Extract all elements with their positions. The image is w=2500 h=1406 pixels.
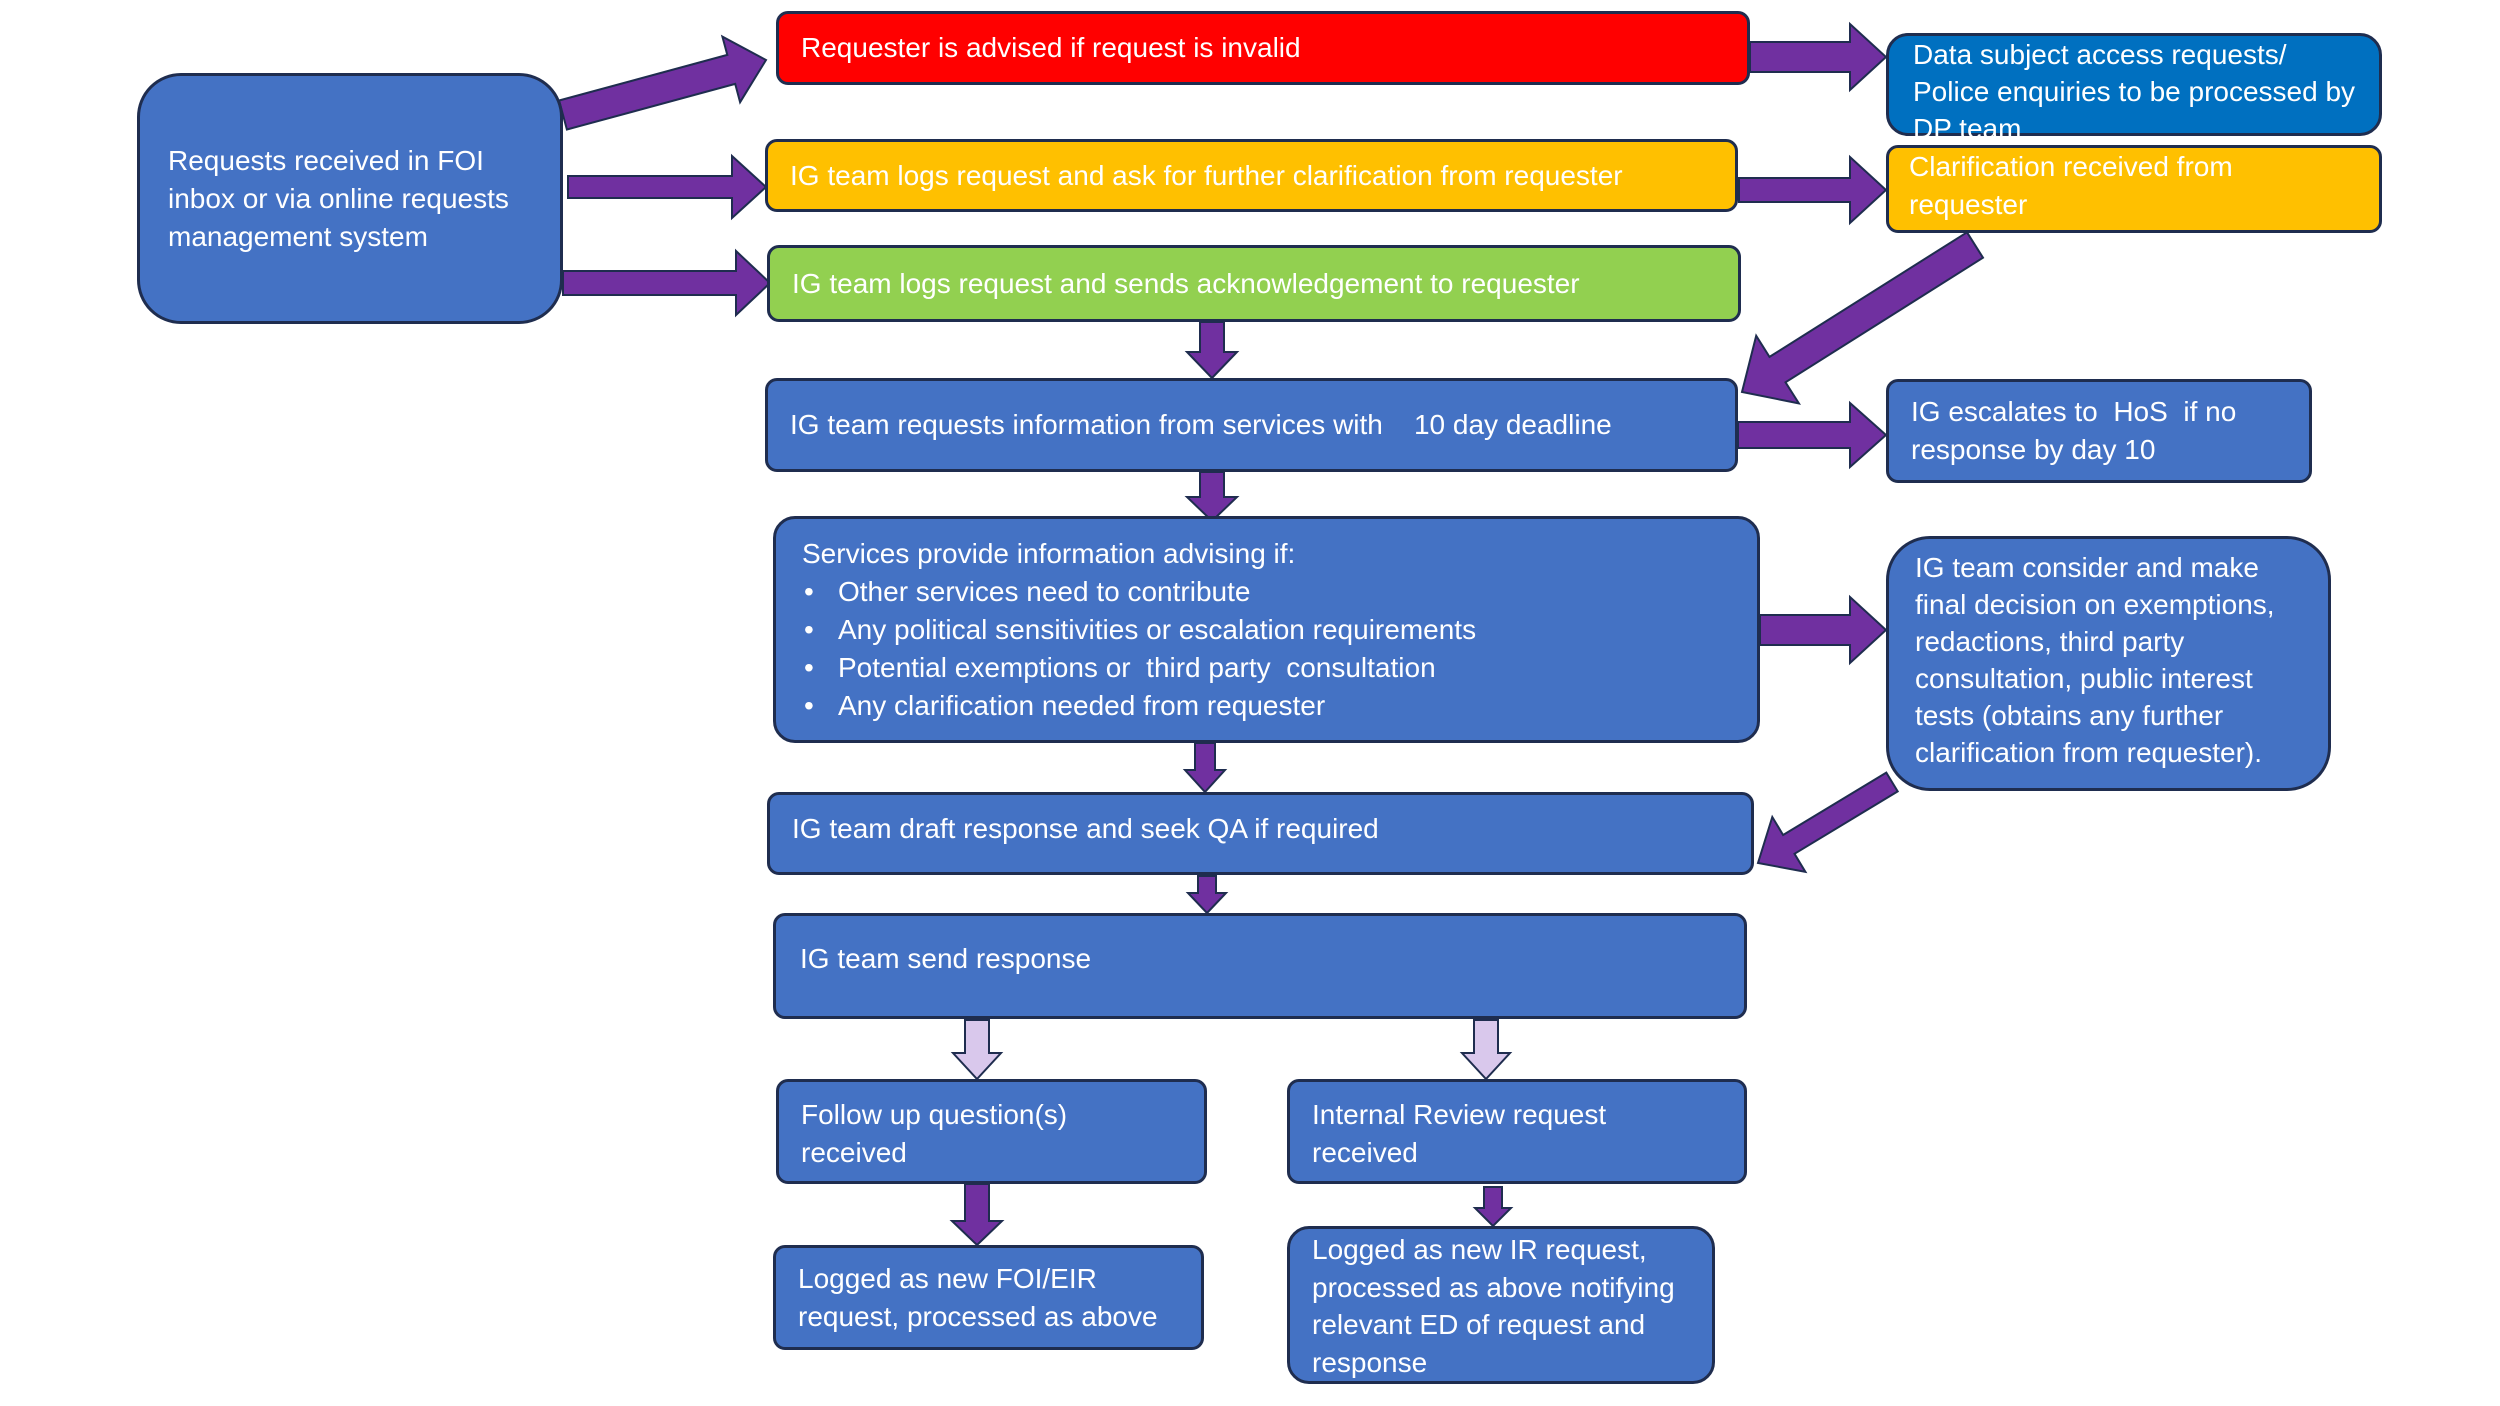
node-escalate: IG escalates to HoS if no response by da… xyxy=(1886,379,2312,483)
arrow-start-to-clarification-request xyxy=(567,153,768,221)
node-heading: Services provide information advising if… xyxy=(802,538,1296,569)
arrow-send-to-follow-up xyxy=(950,1019,1004,1081)
arrow-start-to-acknowledge xyxy=(562,248,772,318)
node-invalid: Requester is advised if request is inval… xyxy=(776,11,1750,85)
arrow-send-to-internal-review xyxy=(1459,1019,1513,1081)
node-text: Internal Review request xyxy=(1312,1099,1607,1130)
node-text: IG team consider and make xyxy=(1915,552,2259,583)
node-draft-response: IG team draft response and seek QA if re… xyxy=(767,792,1754,875)
node-text: redactions, third party xyxy=(1915,626,2185,657)
node-send-response: IG team send response xyxy=(773,913,1747,1019)
node-logged-ir: Logged as new IR request, processed as a… xyxy=(1287,1226,1715,1384)
node-text: Logged as new FOI/EIR xyxy=(798,1262,1097,1294)
node-acknowledge: IG team logs request and sends acknowled… xyxy=(767,245,1741,322)
node-text: Police enquiries to be processed by xyxy=(1913,76,2356,107)
node-text: clarification from requester). xyxy=(1915,737,2263,768)
bullet-item: Other services need to contribute xyxy=(804,573,1735,611)
arrow-start-to-invalid xyxy=(557,34,768,131)
node-text: final decision on exemptions, xyxy=(1915,589,2275,620)
node-text: processed as above notifying xyxy=(1312,1271,1675,1303)
bullet-item: Any political sensitivities or escalatio… xyxy=(804,611,1735,649)
arrow-internal-review-to-logged-ir xyxy=(1472,1186,1514,1228)
arrow-request-info-to-services xyxy=(1184,471,1240,523)
node-text: request, processed as above xyxy=(798,1300,1158,1332)
bullet-item: Any clarification needed from requester xyxy=(804,687,1735,725)
node-text: IG escalates to HoS if no xyxy=(1911,396,2237,427)
node-text: Requests received in FOI xyxy=(168,144,484,176)
node-clarification-received: Clarification received from requester xyxy=(1886,145,2382,233)
node-text: response by day 10 xyxy=(1911,434,2156,465)
node-text: management system xyxy=(168,220,428,252)
node-text: Requester is advised if request is inval… xyxy=(801,32,1301,63)
node-text: relevant ED of request and xyxy=(1312,1309,1646,1340)
node-text: Clarification received from xyxy=(1909,151,2233,182)
node-request-info: IG team requests information from servic… xyxy=(765,378,1738,472)
arrow-services-to-final-decision xyxy=(1759,594,1888,666)
node-text: received xyxy=(801,1137,907,1168)
node-internal-review: Internal Review request received xyxy=(1287,1079,1747,1184)
arrow-request-info-to-escalate xyxy=(1737,400,1888,470)
node-follow-up: Follow up question(s) received xyxy=(776,1079,1207,1184)
node-text: Logged as new IR request, xyxy=(1312,1234,1647,1265)
node-text: tests (obtains any further xyxy=(1915,700,2224,731)
node-text: consultation, public interest xyxy=(1915,663,2253,694)
arrow-services-to-draft xyxy=(1182,742,1228,794)
node-clarification-request: IG team logs request and ask for further… xyxy=(765,139,1738,212)
node-text: requester xyxy=(1909,189,2028,220)
arrow-final-decision-to-draft xyxy=(1756,771,1900,874)
services-bullet-list: Other services need to contribute Any po… xyxy=(802,573,1735,725)
node-text: inbox or via online requests xyxy=(168,182,509,214)
node-text: Follow up question(s) xyxy=(801,1099,1068,1130)
bullet-item: Potential exemptions or third party cons… xyxy=(804,649,1735,687)
arrow-clarification-received-to-request-info xyxy=(1740,230,1985,405)
node-text: IG team logs request and sends acknowled… xyxy=(792,267,1580,299)
node-text: DP team xyxy=(1913,113,2022,144)
arrow-acknowledge-to-request-info xyxy=(1184,321,1240,380)
node-dp-team: Data subject access requests/ Police enq… xyxy=(1886,33,2382,144)
node-final-decision: IG team consider and make final decision… xyxy=(1886,536,2331,791)
node-logged-foi: Logged as new FOI/EIR request, processed… xyxy=(773,1245,1204,1350)
node-text: IG team requests information from servic… xyxy=(790,409,1612,440)
arrow-clarification-request-to-received xyxy=(1738,154,1888,226)
node-text: IG team logs request and ask for further… xyxy=(790,159,1623,191)
node-services-provide: Services provide information advising if… xyxy=(773,516,1760,743)
node-text: Data subject access requests/ xyxy=(1913,39,2287,70)
node-start: Requests received in FOI inbox or via on… xyxy=(137,73,563,324)
node-text: IG team draft response and seek QA if re… xyxy=(792,812,1379,844)
node-text: received xyxy=(1312,1137,1418,1168)
arrow-follow-up-to-logged-foi xyxy=(949,1183,1005,1247)
node-text: IG team send response xyxy=(800,943,1092,974)
arrow-invalid-to-dp-team xyxy=(1749,21,1888,93)
arrow-draft-to-send xyxy=(1185,875,1229,915)
node-text: response xyxy=(1312,1346,1428,1378)
